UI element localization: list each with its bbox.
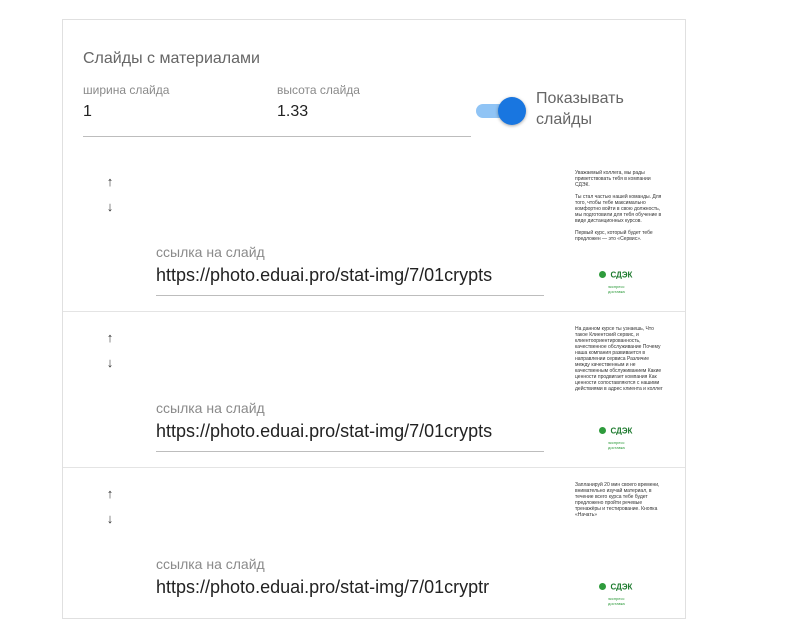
slide-link-input[interactable] bbox=[156, 263, 544, 287]
slide-width-input[interactable] bbox=[83, 103, 263, 121]
slide-link-input[interactable] bbox=[156, 419, 544, 443]
move-down-icon[interactable]: ↓ bbox=[103, 356, 117, 370]
cdek-logo-mark-icon bbox=[599, 427, 606, 435]
cdek-logo-mark-icon bbox=[599, 583, 606, 591]
slide-thumbnail: Запланируй 20 мин своего времени, внимат… bbox=[575, 482, 663, 608]
cdek-logo: СДЭК экспресс доставка bbox=[599, 578, 639, 606]
slide-thumbnail: Уважаемый коллега, мы рады приветствоват… bbox=[575, 170, 663, 296]
slide-row: ↑ ↓ ссылка на слайд На данном курсе ты у… bbox=[63, 312, 685, 468]
slide-thumbnail-text: Уважаемый коллега, мы рады приветствоват… bbox=[575, 170, 662, 242]
slide-thumbnail-text: Запланируй 20 мин своего времени, внимат… bbox=[575, 482, 660, 518]
slide-link-underline bbox=[156, 451, 544, 452]
card-title: Слайды с материалами bbox=[83, 50, 260, 67]
slide-height-input[interactable] bbox=[277, 103, 457, 121]
show-slides-toggle[interactable] bbox=[476, 97, 526, 125]
toggle-thumb bbox=[498, 97, 526, 125]
move-up-icon[interactable]: ↑ bbox=[103, 175, 117, 189]
slide-row: ↑ ↓ ссылка на слайд Уважаемый коллега, м… bbox=[63, 156, 685, 312]
slide-link-label: ссылка на слайд bbox=[156, 244, 265, 260]
slide-link-field: ссылка на слайд bbox=[156, 400, 544, 462]
slide-thumbnail: На данном курсе ты узнаешь, Что такое Кл… bbox=[575, 326, 663, 452]
slide-height-field: высота слайда bbox=[277, 83, 457, 121]
slide-link-input[interactable] bbox=[156, 575, 544, 599]
slide-link-underline bbox=[156, 295, 544, 296]
show-slides-label: Показывать слайды bbox=[536, 90, 624, 128]
cdek-logo-brand: СДЭК bbox=[610, 582, 633, 592]
move-down-icon[interactable]: ↓ bbox=[103, 200, 117, 214]
cdek-logo-mark-icon bbox=[599, 271, 606, 279]
cdek-logo-subtitle: экспресс доставка bbox=[608, 596, 625, 606]
cdek-logo: СДЭК экспресс доставка bbox=[599, 266, 639, 294]
slide-link-field: ссылка на слайд bbox=[156, 556, 544, 618]
cdek-logo-subtitle: экспресс доставка bbox=[608, 440, 625, 450]
slide-thumbnail-text: На данном курсе ты узнаешь, Что такое Кл… bbox=[575, 326, 663, 392]
move-up-icon[interactable]: ↑ bbox=[103, 331, 117, 345]
slide-link-label: ссылка на слайд bbox=[156, 556, 265, 572]
slide-width-field: ширина слайда bbox=[83, 83, 263, 121]
cdek-logo-subtitle: экспресс доставка bbox=[608, 284, 625, 294]
slide-link-field: ссылка на слайд bbox=[156, 244, 544, 306]
slide-link-label: ссылка на слайд bbox=[156, 400, 265, 416]
move-up-icon[interactable]: ↑ bbox=[103, 487, 117, 501]
cdek-logo-brand: СДЭК bbox=[610, 426, 633, 436]
slide-row: ↑ ↓ ссылка на слайд Запланируй 20 мин св… bbox=[63, 468, 685, 624]
dimension-fields-underline bbox=[83, 136, 471, 137]
cdek-logo-brand: СДЭК bbox=[610, 270, 633, 280]
move-down-icon[interactable]: ↓ bbox=[103, 512, 117, 526]
slide-height-label: высота слайда bbox=[277, 83, 360, 97]
cdek-logo: СДЭК экспресс доставка bbox=[599, 422, 639, 450]
slide-width-label: ширина слайда bbox=[83, 83, 170, 97]
